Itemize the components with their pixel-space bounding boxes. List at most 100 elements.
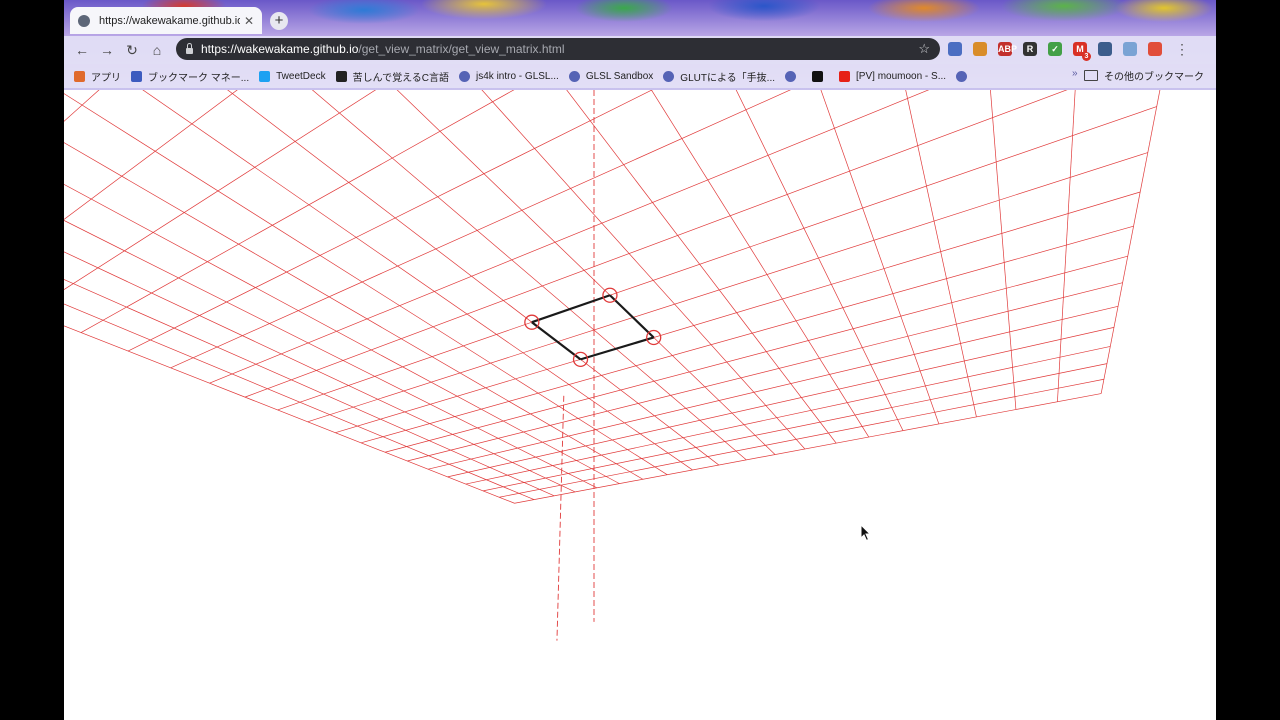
browser-chrome: https://wakewakame.github.io/ ✕ + ← → ↻ … [64, 0, 1216, 90]
extensions-area: ABP R ✓ M 3 ⋮ [948, 40, 1189, 61]
bookmark-globe-2[interactable] [956, 70, 973, 82]
star-icon [131, 70, 142, 82]
axis-line [556, 395, 565, 641]
grid-line [465, 346, 1111, 485]
grid-line [127, 90, 653, 352]
quad-edge [580, 336, 655, 361]
page-content [64, 90, 1216, 720]
bookmark-manager[interactable]: ブックマーク マネー... [131, 69, 249, 84]
grid-line [566, 90, 837, 444]
grid-line [407, 282, 1123, 462]
browser-window: https://wakewakame.github.io/ ✕ + ← → ↻ … [64, 0, 1216, 720]
reload-button[interactable]: ↻ [122, 40, 142, 60]
new-tab-button[interactable]: + [270, 12, 288, 30]
grid-line [64, 90, 1216, 234]
grid-line [1100, 90, 1161, 394]
grid-line [360, 225, 1134, 444]
grid-line [64, 90, 100, 122]
grid-line [64, 93, 668, 475]
bookmark-apps[interactable]: アプリ [74, 69, 121, 84]
bookmark-c-lang[interactable]: 苦しんで覚えるC言語 [335, 69, 450, 84]
bookmark-glut[interactable]: GLUTによる「手抜... [663, 69, 775, 84]
grid-line [64, 90, 238, 220]
quad-edge [531, 294, 611, 324]
grid-line [64, 220, 598, 489]
bookmark-g[interactable] [812, 70, 829, 82]
stylish-icon[interactable]: R [1023, 42, 1037, 56]
grid-line [905, 90, 977, 417]
gmail-badge: 3 [1082, 52, 1091, 61]
globe-icon [568, 70, 580, 82]
grid-line [64, 279, 555, 497]
grid-line [396, 90, 776, 455]
bookmark-label: TweetDeck [276, 70, 326, 82]
grid-line [481, 90, 806, 450]
profile-icon[interactable] [1148, 42, 1162, 56]
globe-icon [78, 14, 90, 27]
grid-line [142, 90, 693, 471]
webgl-canvas[interactable] [64, 90, 1216, 720]
other-bookmarks[interactable]: その他のブックマーク [1084, 68, 1204, 83]
quad-edge [609, 294, 655, 339]
grid-line [514, 393, 1102, 504]
address-bar[interactable]: https://wakewakame.github.io /get_view_m… [176, 38, 940, 60]
bookmark-label: GLSL Sandbox [585, 70, 654, 82]
globe-icon [785, 70, 797, 82]
globe-icon [663, 70, 675, 82]
bookmark-label: 苦しんで覚えるC言語 [352, 72, 450, 84]
pocket-icon[interactable] [948, 42, 962, 56]
gmail-icon[interactable]: M3 [1073, 42, 1091, 61]
grid-line [64, 325, 515, 504]
youtube-icon [839, 70, 851, 82]
apps-grid-icon [74, 70, 85, 82]
c-icon [335, 70, 347, 82]
adblock-icon[interactable]: ABP [998, 42, 1017, 56]
g-icon [812, 70, 824, 82]
bookmark-label: アプリ [91, 72, 121, 84]
lock-icon [186, 42, 193, 54]
bookmark-label: js4k intro - GLSL... [476, 70, 559, 82]
grid-line [64, 303, 535, 500]
close-icon[interactable]: ✕ [244, 14, 254, 28]
back-button[interactable]: ← [72, 40, 92, 60]
grid-line [244, 90, 1068, 398]
globe-icon [459, 70, 471, 82]
folder-icon [1084, 70, 1098, 81]
grid-line [64, 184, 620, 484]
grid-line [80, 90, 515, 333]
home-button[interactable]: ⌂ [147, 40, 167, 60]
url-host: https://wakewakame.github.io [201, 42, 359, 56]
bookmark-tweetdeck[interactable]: TweetDeck [259, 70, 326, 82]
twitter-icon [259, 70, 271, 82]
grid-line [64, 251, 576, 493]
other-bookmarks-label: その他のブックマーク [1104, 72, 1204, 83]
tab-active[interactable]: https://wakewakame.github.io/ ✕ [70, 7, 262, 34]
globe-icon [956, 70, 968, 82]
bookmark-label: [PV] moumoon - S... [856, 70, 947, 82]
save-icon[interactable] [1123, 42, 1137, 56]
grid-line [651, 90, 870, 438]
menu-icon[interactable]: ⋮ [1175, 41, 1189, 58]
mouse-cursor-icon [860, 524, 872, 542]
grid-line [170, 90, 791, 369]
book-icon[interactable] [1098, 42, 1112, 56]
download-icon[interactable] [973, 42, 987, 56]
bookmark-globe[interactable] [785, 70, 802, 82]
url-path: /get_view_matrix/get_view_matrix.html [358, 42, 565, 56]
grid-line [427, 305, 1119, 470]
quad-edge [531, 321, 582, 361]
grid-line [384, 255, 1128, 453]
todo-check-icon[interactable]: ✓ [1048, 42, 1062, 56]
bookmark-label: ブックマーク マネー... [148, 72, 250, 84]
bookmarks-overflow-button[interactable]: » [1072, 68, 1078, 79]
bookmark-youtube[interactable]: [PV] moumoon - S... [839, 70, 947, 82]
grid-line [447, 327, 1115, 478]
bookmark-label: GLUTによる「手抜... [680, 72, 776, 84]
bookmark-glsl-sandbox[interactable]: GLSL Sandbox [568, 70, 654, 82]
grid-line [499, 378, 1104, 498]
bookmark-js4k[interactable]: js4k intro - GLSL... [459, 70, 559, 82]
forward-button[interactable]: → [97, 40, 117, 60]
bookmarks-bar: アプリ ブックマーク マネー... TweetDeck 苦しんで覚えるC言語 js4k … [64, 64, 1216, 88]
bookmark-star-icon[interactable]: ☆ [918, 41, 930, 57]
grid-line [227, 90, 720, 466]
